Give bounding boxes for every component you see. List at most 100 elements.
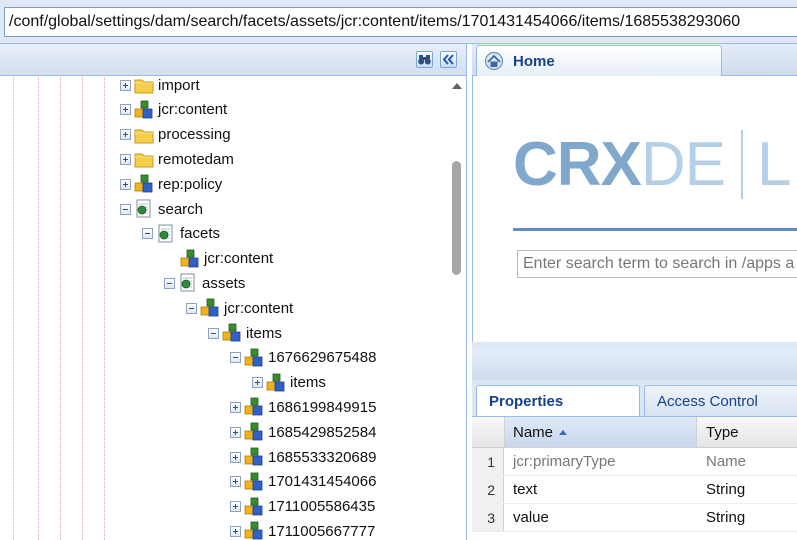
node-icon — [244, 497, 264, 517]
tree-node[interactable]: jcr:content — [166, 247, 273, 271]
tree-guide-line — [82, 75, 83, 540]
expand-icon[interactable] — [230, 476, 241, 488]
table-row[interactable]: 1 jcr:primaryType Name — [472, 448, 797, 476]
expand-icon[interactable] — [120, 129, 131, 141]
tree-toolbar — [0, 44, 466, 76]
tab-home[interactable]: Home — [476, 45, 722, 76]
collapse-panel-button[interactable] — [440, 51, 457, 68]
tree-node[interactable]: processing — [120, 123, 231, 147]
property-type: Name — [706, 453, 747, 470]
table-row[interactable]: 2 text String — [472, 476, 797, 504]
path-bar — [0, 0, 797, 44]
tree-node-label: search — [158, 200, 204, 218]
properties-tabstrip: Properties Access Control — [472, 380, 797, 417]
tree-node[interactable]: jcr:content — [120, 98, 227, 122]
expand-icon[interactable] — [230, 426, 241, 438]
tree-node[interactable]: jcr:content — [186, 296, 293, 320]
tree-node-label: processing — [158, 126, 231, 144]
tree-node[interactable]: facets — [142, 222, 220, 246]
tree-node[interactable]: 1685533320689 — [230, 445, 376, 469]
property-type: String — [706, 481, 746, 498]
folder-icon — [134, 125, 154, 145]
panel-splitter[interactable] — [472, 342, 797, 349]
tab-properties[interactable]: Properties — [476, 385, 640, 416]
tree-scrollbar[interactable] — [449, 75, 465, 540]
property-name: jcr:primaryType — [513, 453, 616, 470]
tree-node[interactable]: items — [208, 321, 282, 345]
expand-icon[interactable] — [230, 501, 241, 513]
tree-node-label: 1685533320689 — [268, 448, 377, 466]
tree-guide-line — [13, 75, 14, 540]
tree-node-label: items — [246, 324, 282, 342]
path-input[interactable] — [4, 7, 797, 37]
logo-bold-text: CRX — [513, 130, 642, 199]
node-icon — [244, 422, 264, 442]
tree-node-label: remotedam — [158, 150, 234, 168]
tab-access-control[interactable]: Access Control — [644, 385, 797, 416]
tree-node-label: import — [158, 76, 200, 94]
node-icon — [134, 174, 154, 194]
tree-node[interactable]: 1676629675488 — [230, 346, 376, 370]
node-icon — [244, 397, 264, 417]
collapse-icon[interactable] — [186, 302, 197, 314]
properties-panel-header — [472, 349, 797, 381]
tree-node[interactable]: 1685429852584 — [230, 420, 376, 444]
node-icon — [200, 298, 220, 318]
tree-node-label: 1701431454066 — [268, 473, 377, 491]
tree-node[interactable]: items — [252, 371, 326, 395]
scroll-up-arrow-icon[interactable] — [452, 83, 462, 89]
search-input[interactable] — [517, 250, 797, 278]
expand-icon[interactable] — [230, 451, 241, 463]
column-header-type[interactable]: Type — [698, 417, 797, 447]
expand-icon[interactable] — [230, 525, 241, 537]
tree-node-label: assets — [202, 274, 246, 292]
node-icon — [244, 521, 264, 540]
home-content: CRXDE L — [472, 76, 797, 342]
tree-node-label: 1711005667777 — [268, 522, 376, 540]
node-icon — [134, 100, 154, 120]
column-header-name[interactable]: Name — [505, 417, 697, 447]
tab-home-label: Home — [513, 52, 555, 70]
node-icon — [266, 373, 286, 393]
properties-grid: Name Type 1 jcr:primaryType Name 2 text … — [472, 417, 797, 540]
tree-node[interactable]: rep:policy — [120, 172, 222, 196]
tree-node[interactable]: 1701431454066 — [230, 470, 376, 494]
tree-node[interactable]: 1686199849915 — [230, 395, 376, 419]
page-icon — [156, 224, 176, 244]
grid-header: Name Type — [472, 417, 797, 448]
scroll-thumb[interactable] — [452, 161, 461, 275]
folder-icon — [134, 75, 154, 95]
tree-node[interactable]: 1711005586435 — [230, 495, 375, 519]
find-node-button[interactable] — [416, 51, 433, 68]
collapse-icon[interactable] — [208, 327, 219, 339]
logo-tail-text: L — [741, 130, 792, 199]
tree-node[interactable]: search — [120, 197, 203, 221]
node-icon — [244, 348, 264, 368]
expand-icon[interactable] — [120, 79, 131, 91]
collapse-icon[interactable] — [230, 352, 241, 364]
crxde-logo: CRXDE L — [513, 130, 792, 199]
column-type-label: Type — [706, 423, 739, 441]
row-number: 2 — [472, 476, 504, 503]
tree-body: import jcr:content processing remotedam rep:… — [0, 75, 466, 540]
node-icon — [244, 447, 264, 467]
expand-icon[interactable] — [252, 377, 263, 389]
table-row[interactable]: 3 value String — [472, 504, 797, 532]
collapse-icon[interactable] — [142, 228, 153, 240]
expand-icon[interactable] — [120, 153, 131, 165]
tree-node-label: 1711005586435 — [268, 498, 376, 516]
expand-icon[interactable] — [120, 104, 131, 116]
collapse-icon[interactable] — [120, 203, 131, 215]
page-icon — [178, 273, 198, 293]
collapse-icon[interactable] — [164, 277, 175, 289]
expand-icon[interactable] — [120, 178, 131, 190]
expand-icon[interactable] — [230, 401, 241, 413]
tree-node[interactable]: import — [120, 75, 200, 97]
node-icon — [180, 249, 200, 269]
row-number-header — [472, 417, 505, 447]
row-number: 1 — [472, 448, 504, 475]
tree-node[interactable]: remotedam — [120, 147, 234, 171]
tree-node[interactable]: 1711005667777 — [230, 519, 375, 540]
tree-node[interactable]: assets — [164, 271, 245, 295]
tree-node-label: facets — [180, 225, 221, 243]
